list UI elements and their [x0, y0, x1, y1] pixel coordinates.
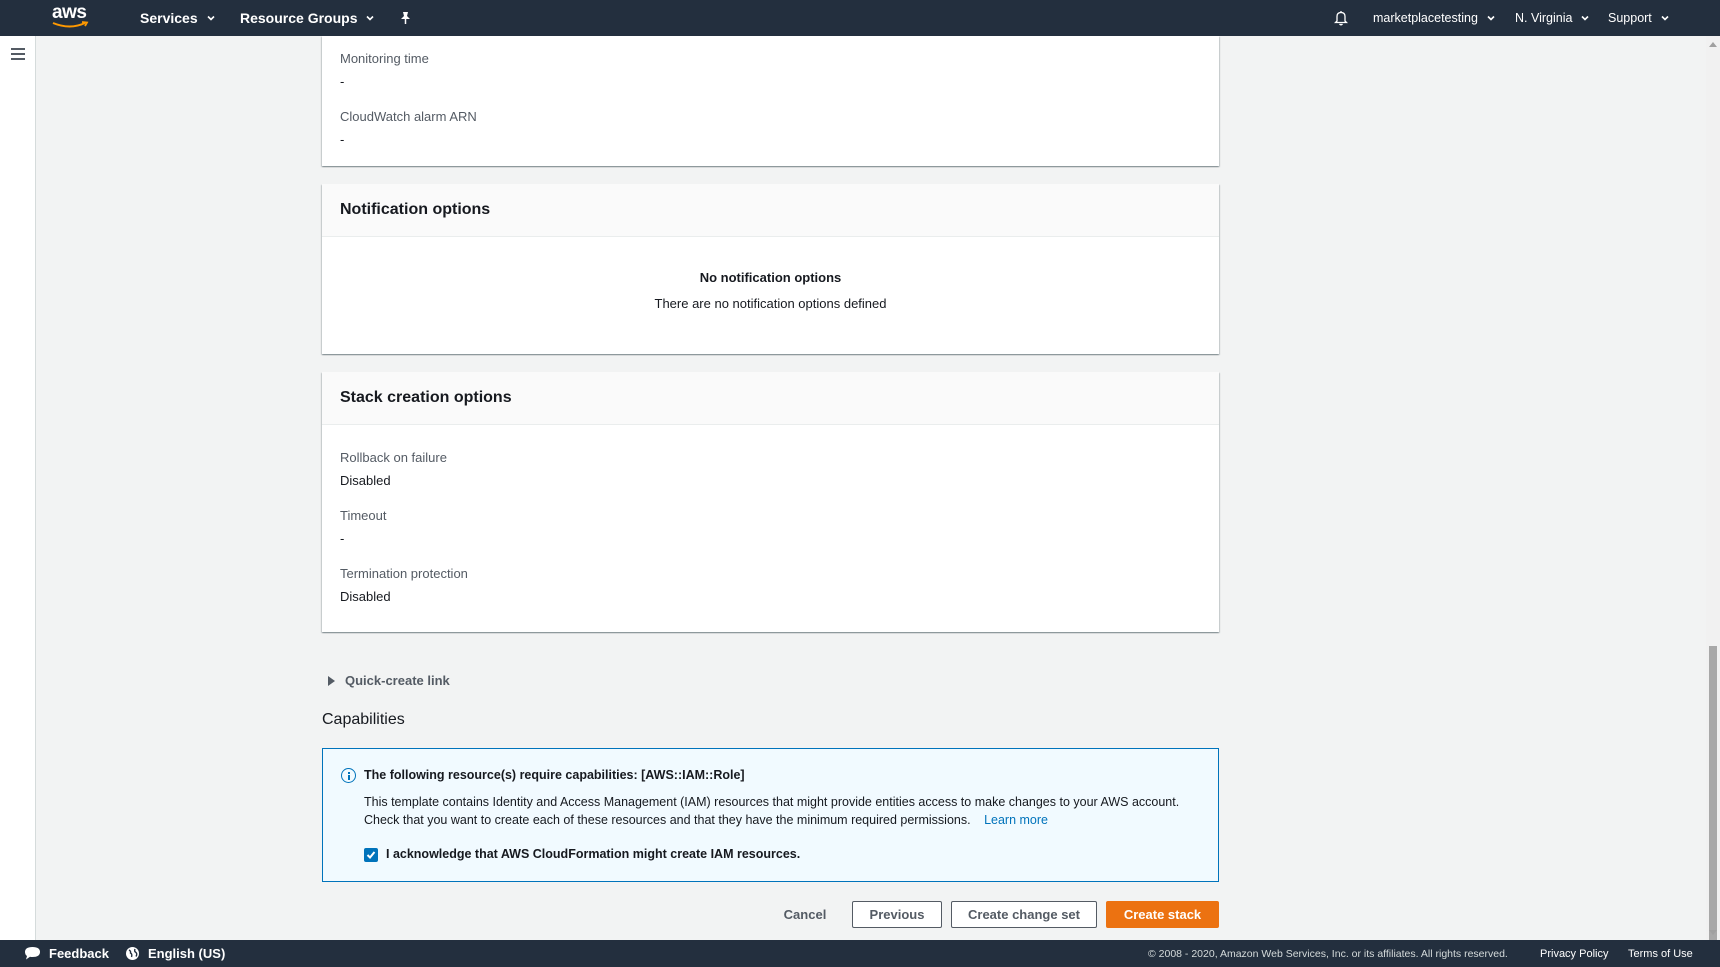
globe-icon [126, 947, 139, 960]
resource-groups-label: Resource Groups [240, 10, 358, 26]
monitoring-time-value: - [340, 74, 345, 89]
chevron-down-icon [1581, 15, 1590, 21]
capabilities-info-alert: The following resource(s) require capabi… [322, 748, 1219, 882]
support-menu[interactable]: Support [1608, 0, 1670, 36]
cancel-button[interactable]: Cancel [770, 901, 840, 928]
aws-logo-text: aws [52, 2, 87, 23]
alarm-arn-value: - [340, 132, 345, 147]
aws-logo[interactable]: aws [52, 2, 94, 32]
scrollbar-thumb[interactable] [1709, 646, 1717, 962]
stack-creation-options-panel: Stack creation options Rollback on failu… [322, 372, 1219, 632]
region-menu[interactable]: N. Virginia [1515, 0, 1590, 36]
termination-protection-value: Disabled [340, 589, 391, 604]
timeout-value: - [340, 531, 345, 546]
feedback-link[interactable]: Feedback [24, 940, 109, 967]
alarm-arn-label: CloudWatch alarm ARN [340, 109, 477, 124]
info-icon [341, 768, 356, 783]
create-change-set-button[interactable]: Create change set [951, 901, 1097, 928]
rollback-on-failure-label: Rollback on failure [340, 450, 447, 465]
capabilities-heading: Capabilities [322, 711, 405, 728]
no-notification-description: There are no notification options define… [654, 296, 887, 311]
menu-icon[interactable] [11, 48, 25, 60]
chevron-down-icon [1487, 15, 1495, 21]
scroll-down-arrow-icon[interactable] [1709, 930, 1717, 935]
capabilities-description: This template contains Identity and Acce… [364, 795, 1180, 827]
account-menu[interactable]: marketplacetesting [1373, 0, 1496, 36]
create-stack-button[interactable]: Create stack [1106, 901, 1219, 928]
chevron-down-icon [366, 15, 375, 21]
console-footer: Feedback English (US) © 2008 - 2020, Ama… [0, 940, 1720, 967]
termination-protection-label: Termination protection [340, 566, 468, 581]
services-menu[interactable]: Services [140, 0, 216, 36]
resource-groups-menu[interactable]: Resource Groups [240, 0, 375, 36]
services-label: Services [140, 10, 198, 26]
acknowledge-iam-checkbox[interactable] [364, 848, 378, 862]
language-label: English (US) [148, 946, 226, 961]
rollback-configuration-panel: Monitoring time - CloudWatch alarm ARN - [322, 36, 1219, 166]
notification-options-panel: Notification options No notification opt… [322, 184, 1219, 354]
top-navigation: aws Services Resource Groups marketplace… [0, 0, 1720, 36]
capabilities-info-title: The following resource(s) require capabi… [364, 768, 745, 782]
checkmark-icon [366, 851, 376, 859]
language-selector[interactable]: English (US) [125, 940, 225, 967]
chevron-down-icon [207, 15, 215, 21]
account-label: marketplacetesting [1373, 11, 1478, 25]
region-label: N. Virginia [1515, 11, 1573, 25]
rollback-on-failure-value: Disabled [340, 473, 391, 488]
scrollbar[interactable] [1706, 36, 1720, 962]
terms-of-use-link[interactable]: Terms of Use [1628, 940, 1693, 967]
chevron-down-icon [1661, 15, 1669, 21]
learn-more-link[interactable]: Learn more [984, 813, 1048, 827]
scroll-up-arrow-icon[interactable] [1709, 42, 1717, 47]
timeout-label: Timeout [340, 508, 387, 523]
quick-create-link-toggle[interactable]: Quick-create link [328, 673, 450, 688]
caret-right-icon [328, 675, 335, 686]
pin-icon [401, 12, 410, 24]
monitoring-time-label: Monitoring time [340, 51, 429, 66]
acknowledge-iam-label[interactable]: I acknowledge that AWS CloudFormation mi… [386, 847, 800, 861]
previous-button[interactable]: Previous [852, 901, 942, 928]
bell-icon [1334, 11, 1348, 26]
pin-button[interactable] [399, 0, 412, 36]
side-navigation-rail [0, 36, 36, 940]
notifications-button[interactable] [1334, 0, 1348, 36]
quick-create-link-label: Quick-create link [345, 673, 450, 688]
privacy-policy-link[interactable]: Privacy Policy [1540, 940, 1608, 967]
notification-options-title: Notification options [322, 184, 1219, 237]
feedback-label: Feedback [49, 946, 109, 961]
no-notification-title: No notification options [699, 270, 842, 285]
copyright-text: © 2008 - 2020, Amazon Web Services, Inc.… [1148, 947, 1508, 960]
stack-creation-options-title: Stack creation options [322, 372, 1219, 425]
smile-icon [52, 21, 89, 28]
support-label: Support [1608, 11, 1652, 25]
speech-bubble-icon [25, 947, 40, 960]
capabilities-info-text: This template contains Identity and Acce… [364, 794, 1204, 829]
